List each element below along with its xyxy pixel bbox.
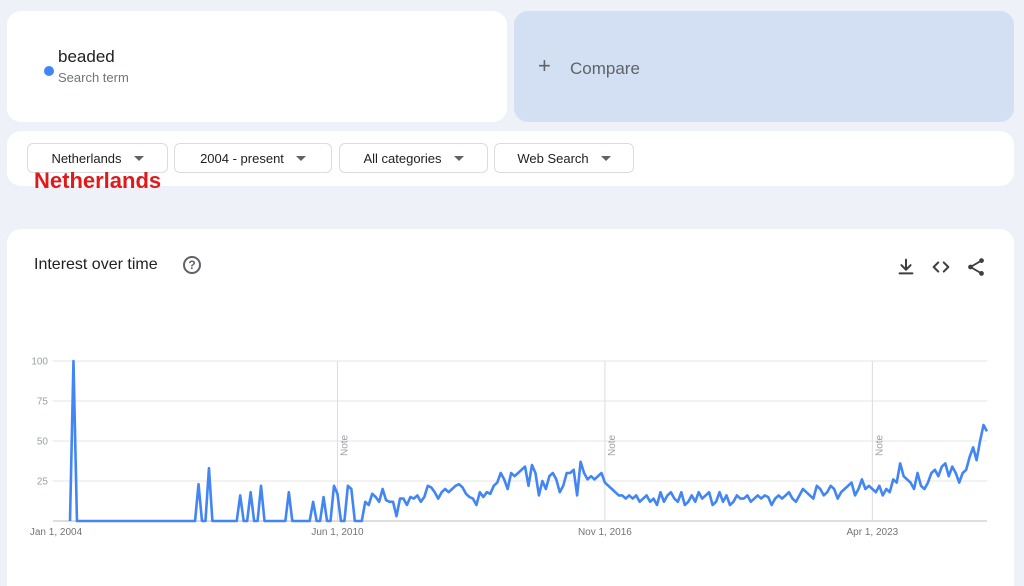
x-tick-label: Jan 1, 2004	[30, 527, 83, 538]
x-tick-label: Jun 1, 2010	[311, 527, 364, 538]
x-tick-label: Apr 1, 2023	[847, 527, 899, 538]
note-label: Note	[607, 434, 618, 456]
y-tick-label: 75	[37, 397, 49, 408]
note-label: Note	[874, 434, 885, 456]
y-tick-label: 100	[31, 357, 48, 368]
y-tick-label: 25	[37, 477, 49, 488]
y-tick-label: 50	[37, 437, 49, 448]
x-tick-label: Nov 1, 2016	[578, 527, 632, 538]
note-label: Note	[339, 434, 350, 456]
interest-over-time-chart: 100 75 50 25 Note Note Note Jan 1, 2004 Jun 1, 2…	[30, 357, 989, 538]
